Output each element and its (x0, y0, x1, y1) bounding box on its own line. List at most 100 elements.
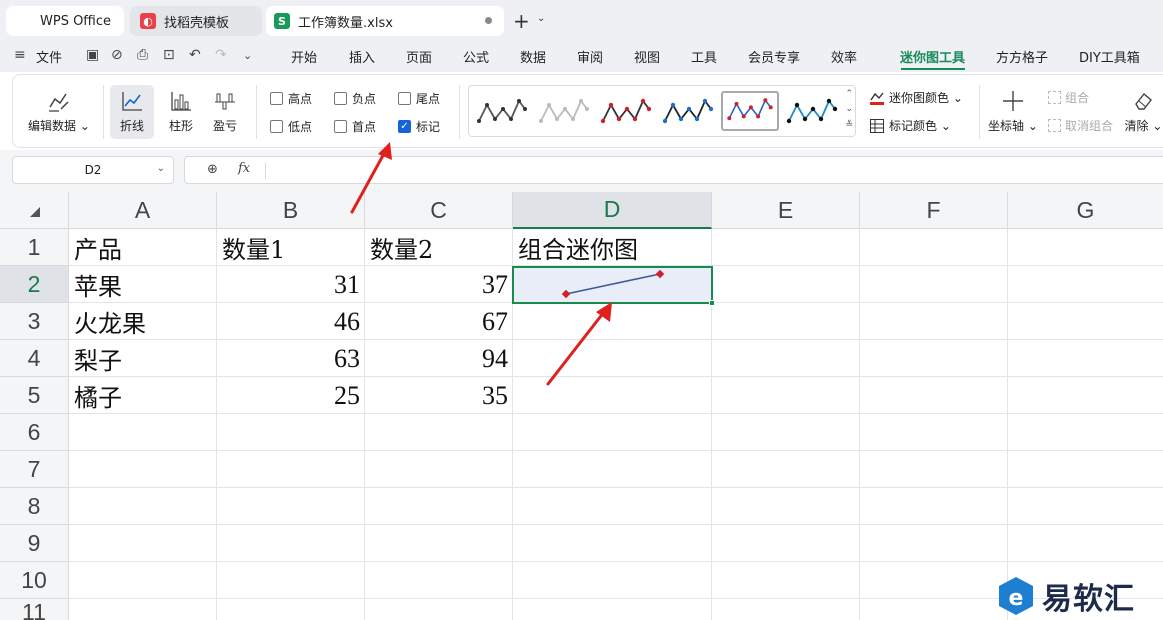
cell-b2[interactable]: 31 (217, 266, 365, 303)
gallery-expand-icon[interactable]: ≚ (845, 120, 853, 130)
row-header-5[interactable]: 5 (0, 377, 69, 414)
sparkline-style-3[interactable] (597, 91, 655, 131)
cell-c4[interactable]: 94 (365, 340, 513, 377)
gallery-scroll-down-icon[interactable]: ⌄ (845, 104, 853, 114)
cell-a2[interactable]: 苹果 (69, 266, 217, 303)
tab-wps-office[interactable]: W WPS Office (6, 6, 124, 36)
chevron-down-icon[interactable]: ⌄ (157, 163, 165, 174)
last-point-checkbox[interactable]: 尾点 (398, 90, 440, 107)
cell-a5[interactable]: 橘子 (69, 377, 217, 414)
col-header-a[interactable]: A (69, 192, 217, 229)
menu-home[interactable]: 开始 (291, 47, 317, 66)
marker-checkbox[interactable]: ✓ 标记 (398, 118, 440, 135)
low-point-checkbox[interactable]: 低点 (270, 118, 312, 135)
clear-button[interactable]: 清除 ⌄ (1123, 85, 1163, 134)
quick-access-more-icon[interactable]: ⌄ (243, 49, 252, 62)
menu-view[interactable]: 视图 (634, 47, 660, 66)
sparkline-style-1[interactable] (473, 91, 531, 131)
zoom-icon[interactable]: ⊕ (207, 162, 218, 177)
menu-tools[interactable]: 工具 (691, 47, 717, 66)
print-preview-icon[interactable]: ⊡ (163, 47, 175, 63)
tab-template[interactable]: ◐ 找稻壳模板 (130, 6, 262, 36)
save-icon[interactable]: ▣ (86, 47, 99, 63)
redo-icon[interactable]: ↷ (215, 47, 227, 63)
col-header-g[interactable]: G (1008, 192, 1163, 229)
formula-input[interactable]: ⊕ fx (184, 156, 1163, 184)
cell-b4[interactable]: 63 (217, 340, 365, 377)
fill-handle[interactable] (709, 300, 715, 306)
menu-diy-toolbox[interactable]: DIY工具箱 (1079, 47, 1140, 66)
print-icon[interactable]: ⎙ (137, 47, 148, 63)
sparkline-style-4[interactable] (659, 91, 717, 131)
menu-formula[interactable]: 公式 (463, 47, 489, 66)
marker-color-button[interactable]: 标记颜色 ⌄ (869, 117, 951, 134)
sparkline-style-5-selected[interactable] (721, 91, 779, 131)
sparkline-column-button[interactable]: 柱形 (159, 85, 203, 134)
tab-label: 工作簿数量.xlsx (298, 15, 393, 31)
menu-efficiency[interactable]: 效率 (831, 47, 857, 66)
axis-button[interactable]: 坐标轴 ⌄ (985, 85, 1041, 134)
row-header-11[interactable]: 11 (0, 599, 69, 620)
col-header-c[interactable]: C (365, 192, 513, 229)
negative-point-checkbox[interactable]: 负点 (334, 90, 376, 107)
spreadsheet-icon: S (274, 13, 290, 29)
spreadsheet-grid[interactable]: A B C D E F G 1 2 3 4 5 6 7 8 9 10 11 产品… (0, 192, 1163, 620)
cell-d1[interactable]: 组合迷你图 (513, 229, 712, 266)
cell-c5[interactable]: 35 (365, 377, 513, 414)
row-header-1[interactable]: 1 (0, 229, 69, 266)
undo-icon[interactable]: ↶ (189, 47, 201, 63)
name-box[interactable]: D2 ⌄ (12, 156, 174, 184)
select-all-corner[interactable] (0, 192, 69, 229)
edit-data-button[interactable]: 编辑数据 ⌄ (27, 85, 91, 134)
col-header-f[interactable]: F (860, 192, 1008, 229)
col-header-e[interactable]: E (712, 192, 860, 229)
cell-b1[interactable]: 数量1 (217, 229, 365, 266)
watermark: e 易软汇 (996, 574, 1135, 618)
hamburger-menu-icon[interactable]: ≡ (14, 47, 26, 63)
row-header-9[interactable]: 9 (0, 525, 69, 562)
menu-file[interactable]: 文件 (36, 47, 62, 66)
sparkline-line-button[interactable]: 折线 (110, 85, 154, 139)
col-header-b[interactable]: B (217, 192, 365, 229)
chevron-down-icon[interactable]: ⌄ (537, 13, 545, 24)
row-header-8[interactable]: 8 (0, 488, 69, 525)
tab-workbook[interactable]: S 工作簿数量.xlsx (266, 6, 504, 36)
cell-c2[interactable]: 37 (365, 266, 513, 303)
first-point-checkbox[interactable]: 首点 (334, 118, 376, 135)
share-icon[interactable]: ⊘ (111, 47, 123, 63)
menu-fangfang[interactable]: 方方格子 (996, 47, 1048, 66)
new-tab-plus-icon[interactable]: + (513, 9, 530, 33)
cell-a4[interactable]: 梨子 (69, 340, 217, 377)
docer-icon: ◐ (140, 13, 156, 29)
sparkline-winloss-button[interactable]: 盈亏 (203, 85, 247, 134)
menu-sparkline-tools[interactable]: 迷你图工具 (900, 47, 965, 66)
cell-a1[interactable]: 产品 (69, 229, 217, 266)
row-header-7[interactable]: 7 (0, 451, 69, 488)
group-button[interactable]: 组合 (1048, 89, 1089, 106)
sparkline-color-button[interactable]: 迷你图颜色 ⌄ (869, 89, 963, 106)
row-header-4[interactable]: 4 (0, 340, 69, 377)
menu-review[interactable]: 审阅 (577, 47, 603, 66)
row-header-6[interactable]: 6 (0, 414, 69, 451)
function-icon[interactable]: fx (238, 161, 250, 176)
menu-data[interactable]: 数据 (520, 47, 546, 66)
cell-c1[interactable]: 数量2 (365, 229, 513, 266)
row-header-3[interactable]: 3 (0, 303, 69, 340)
active-cell-d2[interactable] (512, 266, 715, 306)
row-header-2[interactable]: 2 (0, 266, 69, 303)
gallery-scroll-up-icon[interactable]: ⌃ (845, 89, 853, 99)
menu-insert[interactable]: 插入 (349, 47, 375, 66)
cell-a3[interactable]: 火龙果 (69, 303, 217, 340)
sparkline-style-2[interactable] (535, 91, 593, 131)
menu-page[interactable]: 页面 (406, 47, 432, 66)
cell-b3[interactable]: 46 (217, 303, 365, 340)
unsaved-dot-icon[interactable] (485, 17, 492, 24)
row-header-10[interactable]: 10 (0, 562, 69, 599)
col-header-d[interactable]: D (513, 192, 712, 229)
menu-member[interactable]: 会员专享 (748, 47, 800, 66)
cell-b5[interactable]: 25 (217, 377, 365, 414)
cell-c3[interactable]: 67 (365, 303, 513, 340)
sparkline-style-6[interactable] (783, 91, 841, 131)
ungroup-button[interactable]: 取消组合 (1048, 117, 1113, 134)
high-point-checkbox[interactable]: 高点 (270, 90, 312, 107)
